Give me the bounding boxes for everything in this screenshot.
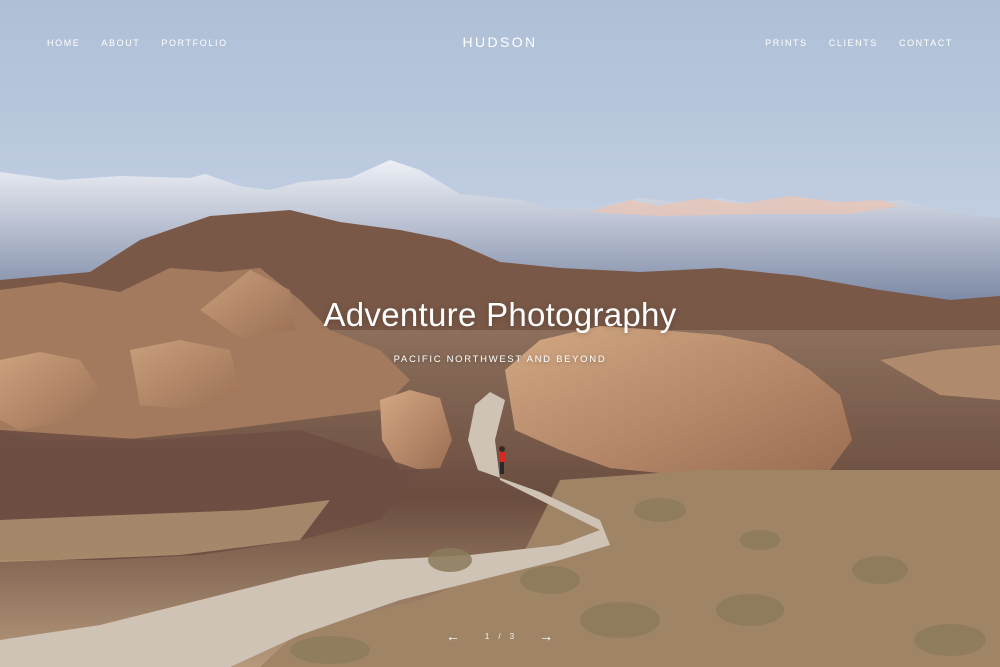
hero-caption: Adventure Photography PACIFIC NORTHWEST … bbox=[0, 296, 1000, 365]
slide-total: 3 bbox=[509, 631, 516, 641]
hero-title: Adventure Photography bbox=[323, 296, 677, 333]
arrow-left-icon[interactable]: ← bbox=[442, 629, 465, 643]
slide-pager: ← 1 / 3 → bbox=[0, 627, 1000, 645]
slide-current: 1 bbox=[484, 631, 491, 641]
slide-separator: / bbox=[498, 631, 502, 641]
site-logo[interactable]: HUDSON bbox=[0, 34, 1000, 50]
hero-subtitle: PACIFIC NORTHWEST AND BEYOND bbox=[393, 354, 607, 365]
arrow-right-icon[interactable]: → bbox=[535, 629, 558, 643]
slide-counter: 1 / 3 bbox=[485, 632, 515, 641]
hero-section: HOME ABOUT PORTFOLIO PRINTS CLIENTS CONT… bbox=[0, 0, 1000, 667]
